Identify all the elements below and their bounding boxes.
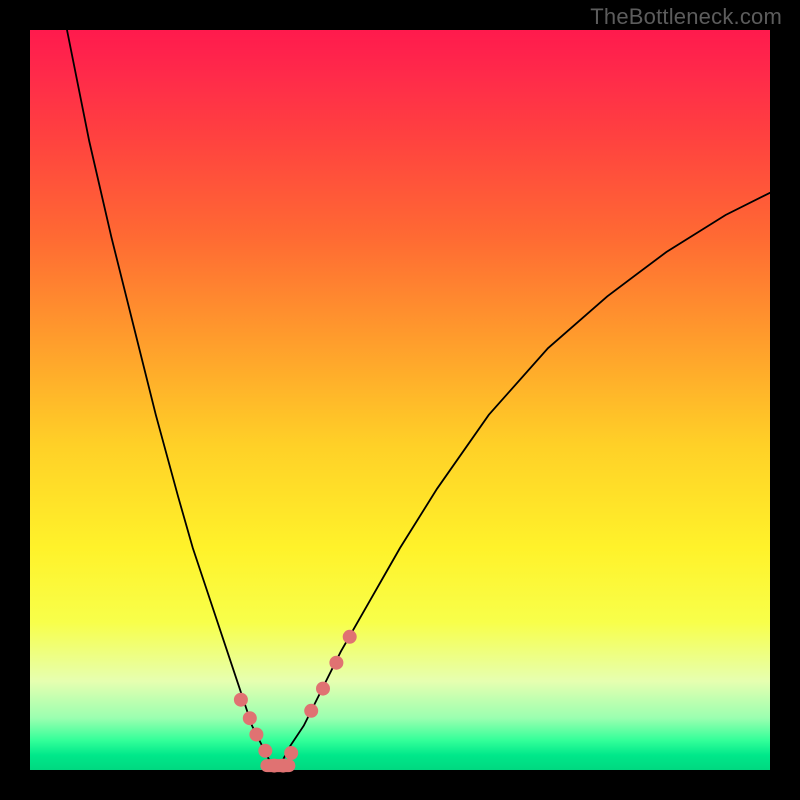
right-branch-curve bbox=[274, 193, 770, 770]
marker-dot bbox=[234, 693, 247, 706]
marker-dot bbox=[317, 682, 330, 695]
marker-dot bbox=[305, 704, 318, 717]
curves-svg bbox=[30, 30, 770, 770]
chart-container: TheBottleneck.com bbox=[0, 0, 800, 800]
plot-area bbox=[30, 30, 770, 770]
marker-dot bbox=[285, 747, 298, 760]
marker-dot bbox=[343, 630, 356, 643]
left-branch-curve bbox=[67, 30, 274, 770]
bottom-markers bbox=[234, 630, 356, 772]
marker-dot bbox=[330, 656, 343, 669]
marker-dot bbox=[243, 712, 256, 725]
marker-dot bbox=[259, 744, 272, 757]
marker-dot bbox=[250, 728, 263, 741]
marker-trough-bar bbox=[261, 760, 295, 772]
watermark-text: TheBottleneck.com bbox=[590, 4, 782, 30]
